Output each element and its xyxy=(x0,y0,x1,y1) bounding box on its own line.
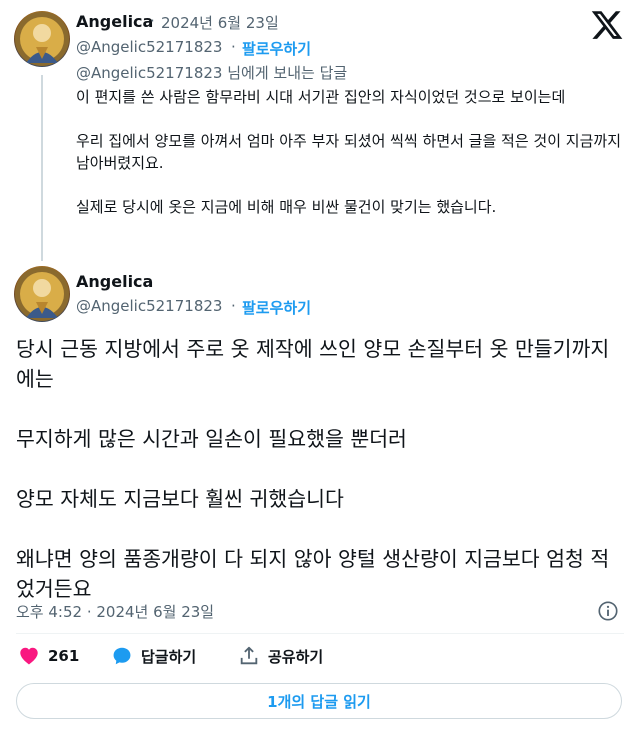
separator-dot: · xyxy=(231,297,236,315)
reply-label: 답글하기 xyxy=(141,647,197,666)
like-count: 261 xyxy=(48,647,80,665)
divider xyxy=(16,633,624,634)
tweet-paragraph: 무지하게 많은 시간과 일손이 필요했을 뿐더러 xyxy=(16,427,407,451)
author-handle[interactable]: @Angelic52171823 xyxy=(76,297,222,315)
tweet-paragraph: 이 편지를 쓴 사람은 함무라비 시대 서기관 집안의 자식이었던 것으로 보이… xyxy=(76,88,566,106)
tweet-timestamp[interactable]: 2024년 6월 23일 xyxy=(161,12,279,33)
tweet-paragraph: 왜냐면 양의 품종개량이 다 되지 않아 양털 생산량이 지금보다 엄청 적었거… xyxy=(16,547,610,601)
heart-icon xyxy=(20,647,38,665)
read-replies-button[interactable]: 1개의 답글 읽기 xyxy=(16,683,622,719)
replying-to: @Angelic52171823 님에게 보내는 답글 xyxy=(76,62,347,83)
author-handle[interactable]: @Angelic52171823 xyxy=(76,38,222,56)
share-icon xyxy=(240,646,258,665)
avatar[interactable] xyxy=(14,11,70,67)
replying-to-handle[interactable]: @Angelic52171823 xyxy=(76,64,222,82)
follow-button[interactable]: 팔로우하기 xyxy=(242,297,311,318)
tweet-paragraph: 우리 집에서 양모를 아껴서 엄마 아주 부자 되셨어 씩씩 하면서 글을 적은… xyxy=(76,132,621,172)
thread-line xyxy=(41,75,43,261)
x-logo-icon[interactable] xyxy=(590,8,624,42)
author-name[interactable]: Angelica xyxy=(76,12,153,31)
like-button[interactable]: 261 xyxy=(18,645,79,667)
info-icon[interactable] xyxy=(597,600,619,622)
reply-bubble-icon xyxy=(113,647,131,665)
tweet-paragraph: 양모 자체도 지금보다 훨씬 귀했습니다 xyxy=(16,487,344,511)
follow-button[interactable]: 팔로우하기 xyxy=(242,38,311,59)
tweet-timestamp[interactable]: 오후 4:52 · 2024년 6월 23일 xyxy=(16,601,214,622)
share-button[interactable]: 공유하기 xyxy=(238,645,323,667)
replying-to-suffix: 님에게 보내는 답글 xyxy=(227,64,348,82)
separator-dot: · xyxy=(231,38,236,56)
tweet-paragraph: 당시 근동 지방에서 주로 옷 제작에 쓰인 양모 손질부터 옷 만들기까지에는 xyxy=(16,337,610,391)
avatar[interactable] xyxy=(14,266,70,322)
share-label: 공유하기 xyxy=(268,647,324,666)
main-tweet-text: 당시 근동 지방에서 주로 옷 제작에 쓰인 양모 손질부터 옷 만들기까지에는… xyxy=(16,334,626,604)
separator-dot: · xyxy=(150,12,155,30)
reply-tweet-text: 이 편지를 쓴 사람은 함무라비 시대 서기관 집안의 자식이었던 것으로 보이… xyxy=(76,86,631,218)
author-name[interactable]: Angelica xyxy=(76,272,153,291)
reply-button[interactable]: 답글하기 xyxy=(111,645,196,667)
tweet-paragraph: 실제로 당시에 옷은 지금에 비해 매우 비싼 물건이 맞기는 했습니다. xyxy=(76,198,497,216)
